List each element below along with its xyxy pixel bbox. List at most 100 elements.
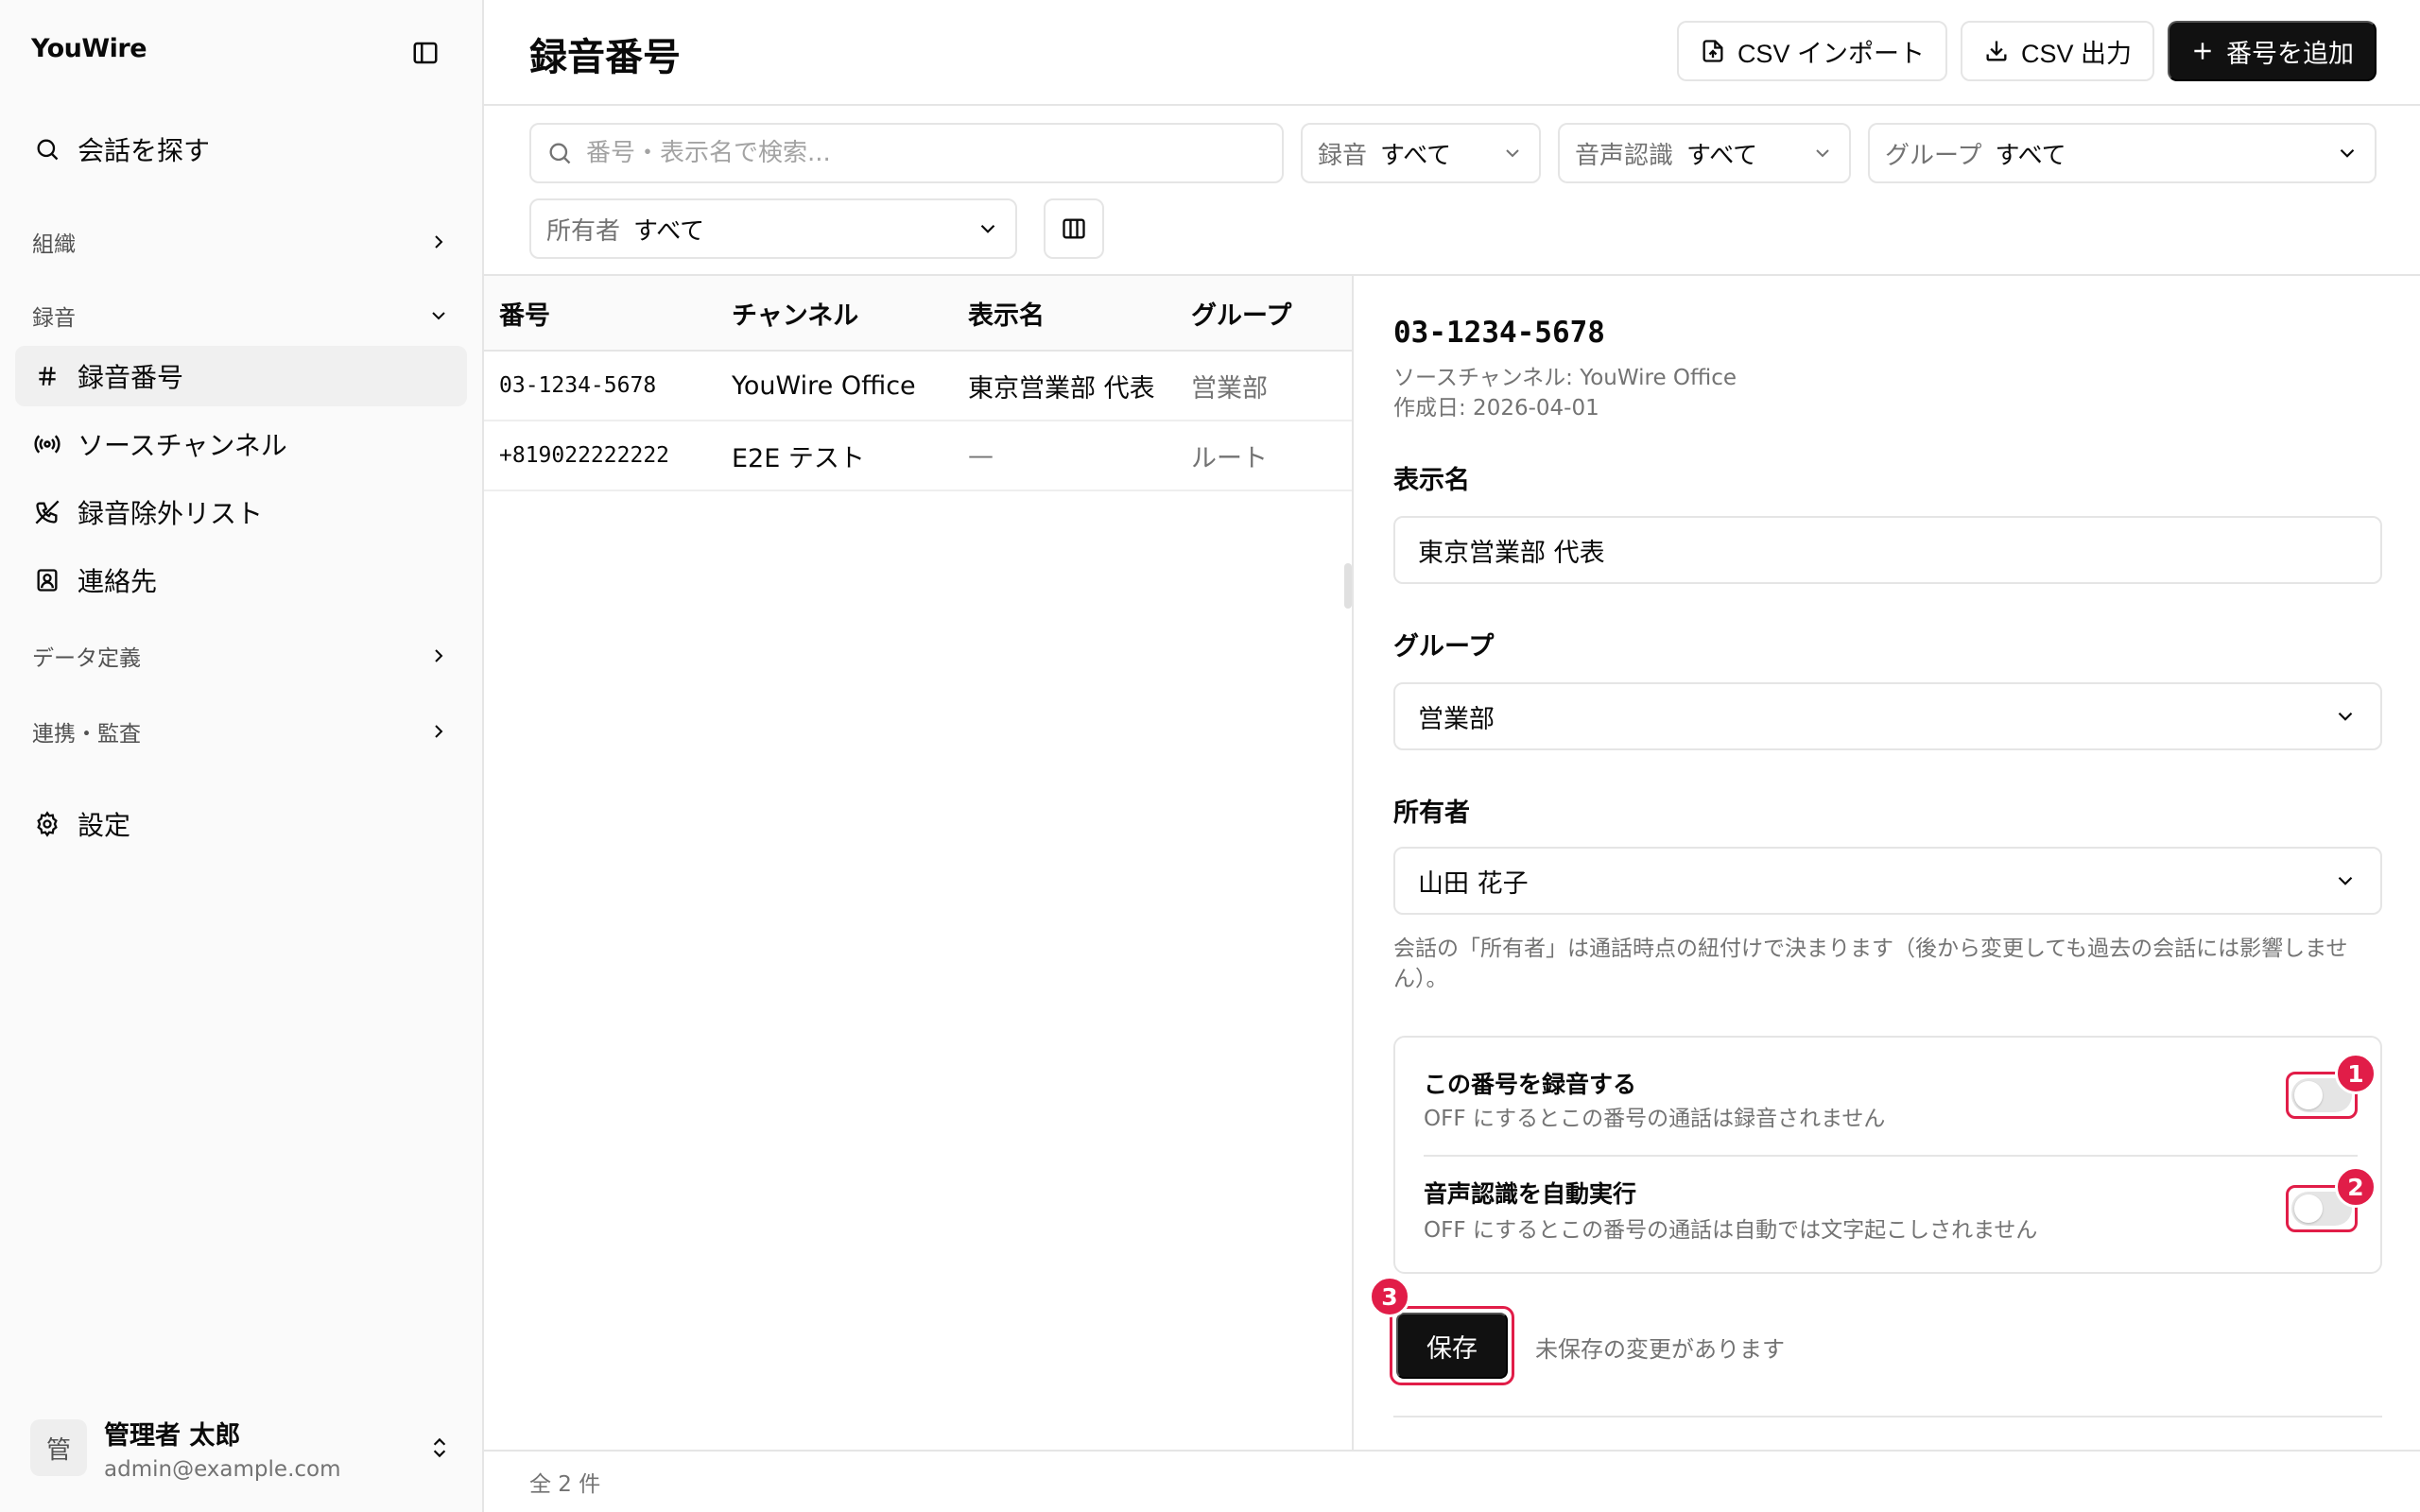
sidebar-section-data-def[interactable]: データ定義 bbox=[15, 629, 467, 682]
sidebar-section-recording[interactable]: 録音 bbox=[15, 289, 467, 342]
detail-created-date: 作成日: 2026-04-01 bbox=[1393, 396, 1599, 421]
csv-import-button[interactable]: CSV インポート bbox=[1676, 21, 1947, 81]
column-header[interactable]: 表示名 bbox=[968, 295, 1191, 332]
cell-display-name: 東京営業部 代表 bbox=[968, 373, 1155, 404]
cell-group: ルート bbox=[1191, 443, 1268, 473]
search-icon bbox=[32, 134, 62, 164]
sidebar-section-integration[interactable]: 連携・監査 bbox=[15, 705, 467, 758]
sidebar-item-label: 連絡先 bbox=[78, 566, 158, 597]
column-header[interactable]: チャンネル bbox=[732, 295, 968, 332]
display-name-label: 表示名 bbox=[1393, 466, 1470, 495]
filter-label: 所有者 bbox=[546, 216, 621, 246]
group-select[interactable]: 営業部 bbox=[1393, 682, 2382, 750]
page-title: 録音番号 bbox=[529, 36, 681, 79]
button-label: CSV 出力 bbox=[2020, 39, 2132, 68]
filter-label: 録音 bbox=[1318, 141, 1368, 170]
save-button[interactable]: 保存 bbox=[1396, 1313, 1508, 1379]
chevron-right-icon bbox=[435, 235, 443, 249]
cell-group: 営業部 bbox=[1191, 373, 1268, 404]
section-label: 組織 bbox=[32, 232, 76, 257]
column-header[interactable]: グループ bbox=[1191, 295, 1352, 332]
filter-label: 音声認識 bbox=[1575, 141, 1674, 170]
panel-resize-handle[interactable] bbox=[1344, 563, 1352, 609]
sidebar-item-channels[interactable]: ソースチャンネル bbox=[15, 414, 467, 474]
annotation-badge: 2 bbox=[2335, 1166, 2377, 1208]
chevron-down-icon bbox=[2340, 148, 2355, 158]
display-name-field[interactable]: 東京営業部 代表 bbox=[1393, 516, 2382, 584]
csv-export-button[interactable]: CSV 出力 bbox=[1960, 21, 2154, 81]
field-value: 山田 花子 bbox=[1418, 868, 1529, 899]
sidebar: YouWire 会話を探す 組織 録音 録音番号 ソースチャンネル 録音除外リス… bbox=[0, 0, 484, 1512]
recording-filter[interactable]: 録音 すべて bbox=[1301, 123, 1541, 183]
search-icon bbox=[549, 143, 571, 164]
sidebar-item-numbers[interactable]: 録音番号 bbox=[15, 346, 467, 406]
sidebar-item-label: 録音除外リスト bbox=[78, 498, 264, 529]
cell-number: 03-1234-5678 bbox=[499, 373, 657, 398]
section-label: データ定義 bbox=[32, 646, 141, 671]
sidebar-section-org[interactable]: 組織 bbox=[15, 215, 467, 268]
toggle-description: OFF にするとこの番号の通話は自動では文字起こしされません bbox=[1424, 1218, 2038, 1243]
sidebar-panel-icon bbox=[413, 42, 438, 64]
contact-book-icon bbox=[32, 565, 62, 595]
filter-value: すべて bbox=[1686, 141, 1758, 170]
sidebar-item-label: 録音番号 bbox=[78, 362, 184, 393]
chevron-right-icon bbox=[435, 725, 443, 738]
section-label: 連携・監査 bbox=[32, 722, 141, 747]
plus-icon bbox=[2194, 43, 2211, 60]
group-filter[interactable]: グループ すべて bbox=[1868, 123, 2377, 183]
toggle-description: OFF にするとこの番号の通話は録音されません bbox=[1424, 1107, 1886, 1131]
asr-filter[interactable]: 音声認識 すべて bbox=[1558, 123, 1851, 183]
main-content: 録音番号 CSV インポート CSV 出力 番号を追加 番号・表示名で検索...… bbox=[484, 0, 2420, 1512]
filter-label: グループ bbox=[1885, 141, 1982, 170]
table-header: 番号 チャンネル 表示名 グループ bbox=[484, 276, 1352, 352]
columns-toggle-button[interactable] bbox=[1044, 198, 1104, 259]
annotation-badge: 3 bbox=[1369, 1276, 1410, 1317]
divider bbox=[1424, 1155, 2358, 1157]
column-header[interactable]: 番号 bbox=[484, 295, 732, 332]
unsaved-changes-text: 未保存の変更があります bbox=[1535, 1336, 1785, 1363]
divider bbox=[1393, 1416, 2382, 1418]
sidebar-item-label: ソースチャンネル bbox=[78, 430, 287, 461]
sidebar-item-contacts[interactable]: 連絡先 bbox=[15, 550, 467, 610]
section-label: 録音 bbox=[32, 306, 76, 331]
record-toggle-row: この番号を録音する OFF にするとこの番号の通話は録音されません 1 bbox=[1424, 1053, 2377, 1164]
group-label: グループ bbox=[1393, 632, 1495, 662]
chevron-down-icon bbox=[1506, 149, 1519, 158]
user-email: admin@example.com bbox=[104, 1456, 341, 1482]
detail-number: 03-1234-5678 bbox=[1393, 316, 1605, 350]
detail-source-channel: ソースチャンネル: YouWire Office bbox=[1393, 366, 1737, 390]
file-import-icon bbox=[1703, 40, 1723, 62]
switch-knob bbox=[2294, 1081, 2323, 1109]
hash-icon bbox=[32, 361, 62, 391]
add-number-button[interactable]: 番号を追加 bbox=[2168, 21, 2377, 81]
annotation-badge: 1 bbox=[2335, 1053, 2377, 1094]
user-menu[interactable]: 管 管理者 太郎 admin@example.com bbox=[15, 1402, 467, 1493]
toggle-card: この番号を録音する OFF にするとこの番号の通話は録音されません 1 音声認識… bbox=[1393, 1036, 2382, 1274]
toggle-title: 音声認識を自動実行 bbox=[1424, 1180, 1637, 1208]
user-name: 管理者 太郎 bbox=[104, 1420, 241, 1451]
owner-select[interactable]: 山田 花子 bbox=[1393, 847, 2382, 915]
sidebar-search[interactable]: 会話を探す bbox=[15, 119, 467, 180]
table-row[interactable]: 03-1234-5678 YouWire Office 東京営業部 代表 営業部 bbox=[484, 352, 1352, 421]
toggle-title: この番号を録音する bbox=[1424, 1071, 1637, 1098]
chevron-down-icon bbox=[980, 224, 995, 233]
chevron-down-icon bbox=[432, 312, 445, 320]
gear-icon bbox=[32, 809, 62, 839]
owner-filter[interactable]: 所有者 すべて bbox=[529, 198, 1017, 259]
chevron-right-icon bbox=[435, 649, 443, 662]
sidebar-item-exclusions[interactable]: 録音除外リスト bbox=[15, 482, 467, 542]
search-input[interactable] bbox=[586, 139, 1267, 167]
record-count: 全 2 件 bbox=[529, 1472, 601, 1497]
columns-icon bbox=[1063, 218, 1085, 239]
owner-help-text: 会話の「所有者」は通話時点の紐付けで決まります（後から変更しても過去の会話には影… bbox=[1393, 936, 2348, 991]
sidebar-toggle-button[interactable] bbox=[408, 36, 442, 70]
field-value: 東京営業部 代表 bbox=[1418, 538, 1605, 568]
sidebar-item-settings[interactable]: 設定 bbox=[15, 794, 467, 854]
avatar: 管 bbox=[30, 1419, 87, 1476]
numbers-table: 番号 チャンネル 表示名 グループ 03-1234-5678 YouWire O… bbox=[484, 276, 1354, 1450]
field-value: 営業部 bbox=[1418, 704, 1495, 734]
table-row[interactable]: +819022222222 E2E テスト — ルート bbox=[484, 421, 1352, 491]
chevron-down-icon bbox=[2338, 712, 2353, 721]
filter-value: すべて bbox=[1995, 141, 2066, 170]
search-box[interactable] bbox=[529, 123, 1284, 183]
